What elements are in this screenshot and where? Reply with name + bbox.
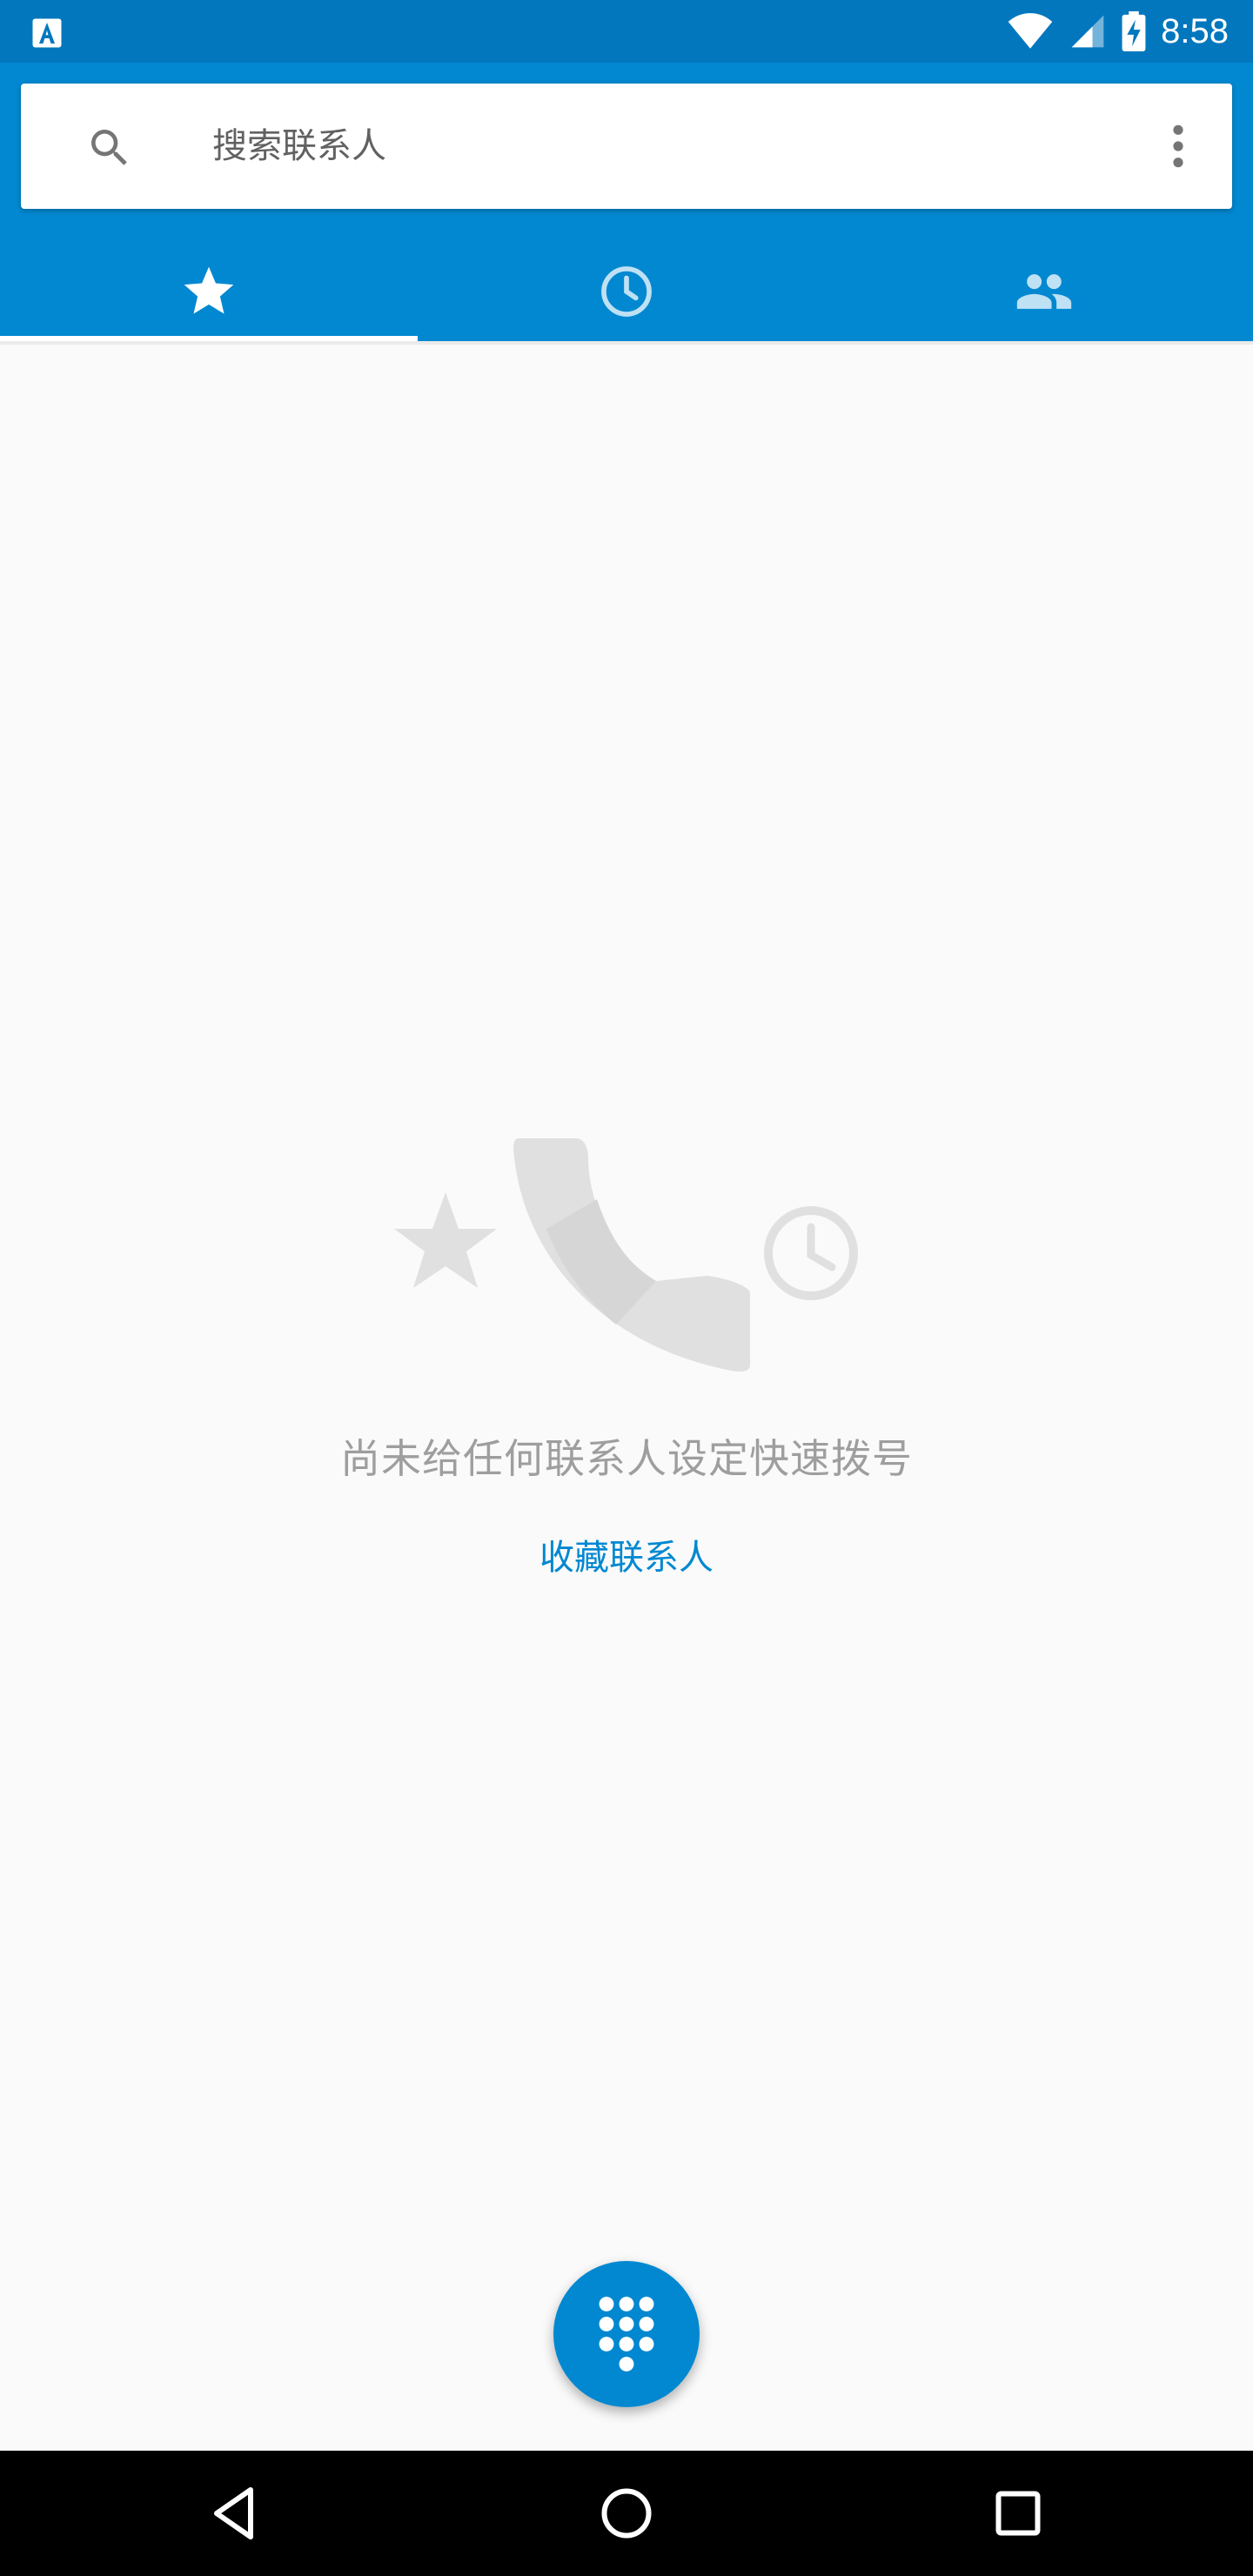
people-icon — [1016, 274, 1072, 309]
illustration-star-icon — [394, 1192, 497, 1288]
dialpad-icon — [599, 2297, 654, 2371]
empty-state-illustration — [394, 1138, 858, 1372]
search-input[interactable] — [212, 84, 1082, 209]
clock-icon — [601, 266, 652, 317]
app-header — [0, 63, 1253, 341]
illustration-clock-icon — [764, 1206, 858, 1300]
search-box[interactable] — [21, 84, 1232, 209]
tab-recents[interactable] — [418, 242, 835, 341]
search-icon[interactable] — [85, 124, 134, 172]
cell-signal-icon — [1071, 15, 1104, 48]
tab-contacts[interactable] — [835, 242, 1253, 341]
wifi-icon — [1008, 13, 1053, 49]
back-icon[interactable] — [204, 2482, 266, 2545]
app-notification-icon — [32, 18, 62, 48]
battery-charging-icon — [1122, 11, 1146, 51]
more-options-icon[interactable] — [1168, 122, 1189, 171]
navigation-bar — [0, 2451, 1253, 2576]
status-time: 8:58 — [1161, 11, 1229, 50]
tab-favorites[interactable] — [0, 242, 418, 341]
status-bar: 8:58 — [0, 0, 1253, 63]
dialpad-fab-button[interactable] — [553, 2261, 700, 2407]
empty-state-message: 尚未给任何联系人设定快速拨号 — [340, 1435, 913, 1482]
illustration-phone-icon — [513, 1138, 750, 1372]
add-favorite-contact-link[interactable]: 收藏联系人 — [452, 1523, 801, 1593]
status-icons: 8:58 — [1006, 0, 1229, 63]
star-icon — [184, 266, 234, 314]
header-shadow — [0, 341, 1253, 345]
recents-icon[interactable] — [987, 2482, 1049, 2545]
tab-bar — [0, 242, 1253, 341]
home-icon[interactable] — [595, 2482, 658, 2545]
